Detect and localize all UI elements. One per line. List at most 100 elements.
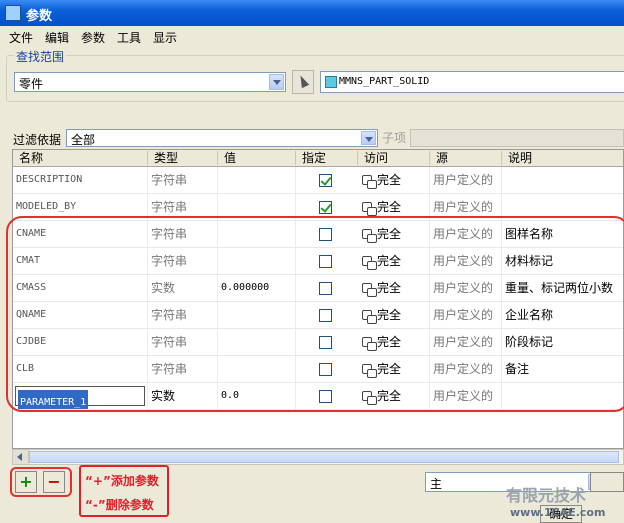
table-row[interactable]: QNAME 字符串 完全 用户定义的 企业名称	[13, 302, 623, 329]
designated-checkbox[interactable]	[319, 363, 332, 376]
cell-description: 企业名称	[502, 302, 623, 328]
access-text: 完全	[377, 227, 402, 241]
select-pointer-button[interactable]	[292, 70, 314, 94]
designated-checkbox[interactable]	[319, 336, 332, 349]
cell-name: CMAT	[13, 248, 148, 274]
filter-dropdown[interactable]: 全部	[66, 129, 378, 147]
annotation-remove: “-”删除参数	[85, 498, 154, 512]
scroll-left-icon[interactable]	[13, 450, 29, 464]
table-row[interactable]: CMAT 字符串 完全 用户定义的 材料标记	[13, 248, 623, 275]
cell-name: CJDBE	[13, 329, 148, 355]
watermark-url: www.1CAE.com	[510, 506, 606, 519]
cell-access: 完全	[358, 356, 430, 382]
cell-source: 用户定义的	[430, 329, 502, 355]
cell-access: 完全	[358, 167, 430, 193]
cell-type: 字符串	[148, 221, 218, 247]
cell-source: 用户定义的	[430, 275, 502, 301]
table-row[interactable]: CMASS 实数 0.000000 完全 用户定义的 重量、标记两位小数	[13, 275, 623, 302]
menu-display[interactable]: 显示	[153, 29, 177, 46]
designated-checkbox[interactable]	[319, 390, 332, 403]
scroll-thumb[interactable]	[29, 451, 619, 463]
annotation-add: “+”添加参数	[85, 474, 159, 488]
cell-source: 用户定义的	[430, 221, 502, 247]
col-access[interactable]: 访问	[358, 151, 430, 165]
access-lock-icon	[361, 336, 377, 351]
access-lock-icon	[361, 309, 377, 324]
cell-value	[218, 194, 296, 220]
cursor-arrow-icon	[296, 73, 310, 89]
window-titlebar: 参数	[0, 0, 624, 26]
cell-source: 用户定义的	[430, 383, 502, 409]
designated-checkbox[interactable]	[319, 201, 332, 214]
table-header: 名称 类型 值 指定 访问 源 说明	[13, 150, 623, 167]
cell-type: 字符串	[148, 167, 218, 193]
cell-description: 重量、标记两位小数	[502, 275, 623, 301]
watermark-text: 有限元技术	[506, 486, 587, 505]
view-value: 主	[430, 477, 443, 491]
table-row[interactable]: CLB 字符串 完全 用户定义的 备注	[13, 356, 623, 383]
chevron-down-icon[interactable]	[361, 131, 376, 145]
cell-source: 用户定义的	[430, 302, 502, 328]
designated-checkbox[interactable]	[319, 228, 332, 241]
designated-checkbox[interactable]	[319, 309, 332, 322]
cell-type: 字符串	[148, 356, 218, 382]
cell-type: 字符串	[148, 302, 218, 328]
cell-name: CNAME	[13, 221, 148, 247]
access-text: 完全	[377, 362, 402, 376]
remove-parameter-button[interactable]: −	[43, 471, 65, 493]
designated-checkbox[interactable]	[319, 174, 332, 187]
access-lock-icon	[361, 363, 377, 378]
col-type[interactable]: 类型	[148, 151, 218, 165]
cell-value	[218, 221, 296, 247]
col-value[interactable]: 值	[218, 151, 296, 165]
filter-value: 全部	[71, 133, 96, 147]
col-name[interactable]: 名称	[13, 151, 148, 165]
scope-dropdown[interactable]: 零件	[14, 72, 286, 92]
cell-name: CLB	[13, 356, 148, 382]
cell-access: 完全	[358, 275, 430, 301]
cell-description	[502, 194, 623, 220]
access-lock-icon	[361, 201, 377, 216]
table-row[interactable]: CNAME 字符串 完全 用户定义的 图样名称	[13, 221, 623, 248]
annotation-box: “+”添加参数 “-”删除参数	[79, 465, 169, 517]
scope-value: 零件	[19, 77, 44, 91]
table-row[interactable]: PARAMETER_1 实数 0.0 完全 用户定义的	[13, 383, 623, 410]
table-row[interactable]: CJDBE 字符串 完全 用户定义的 阶段标记	[13, 329, 623, 356]
cell-value: 0.0	[218, 383, 296, 409]
cell-source: 用户定义的	[430, 248, 502, 274]
filter-label: 过滤依据	[13, 133, 62, 147]
designated-checkbox[interactable]	[319, 282, 332, 295]
col-description[interactable]: 说明	[502, 151, 623, 165]
access-text: 完全	[377, 281, 402, 295]
access-text: 完全	[377, 254, 402, 268]
col-designated[interactable]: 指定	[296, 151, 358, 165]
add-parameter-button[interactable]: +	[15, 471, 37, 493]
access-text: 完全	[377, 308, 402, 322]
cell-name: DESCRIPTION	[13, 167, 148, 193]
table-row[interactable]: MODELED_BY 字符串 完全 用户定义的	[13, 194, 623, 221]
cell-access: 完全	[358, 302, 430, 328]
access-text: 完全	[377, 389, 402, 403]
part-icon	[325, 76, 337, 88]
menu-tools[interactable]: 工具	[117, 29, 141, 46]
cell-access: 完全	[358, 248, 430, 274]
menu-edit[interactable]: 编辑	[45, 29, 69, 46]
solid-name: MMNS_PART_SOLID	[339, 76, 430, 87]
chevron-down-icon[interactable]	[269, 74, 284, 90]
cell-value	[218, 302, 296, 328]
access-text: 完全	[377, 173, 402, 187]
cell-name: PARAMETER_1	[13, 383, 148, 409]
sub-item-label: 子项	[381, 131, 406, 145]
cell-type: 实数	[148, 275, 218, 301]
horizontal-scrollbar[interactable]	[12, 449, 624, 465]
menu-parameter[interactable]: 参数	[81, 29, 105, 46]
table-row[interactable]: DESCRIPTION 字符串 完全 用户定义的	[13, 167, 623, 194]
access-lock-icon	[361, 282, 377, 297]
designated-checkbox[interactable]	[319, 255, 332, 268]
access-text: 完全	[377, 335, 402, 349]
side-button[interactable]	[590, 472, 624, 492]
menu-file[interactable]: 文件	[9, 29, 33, 46]
name-edit-field[interactable]: PARAMETER_1	[15, 386, 145, 409]
solid-name-field[interactable]: MMNS_PART_SOLID	[320, 71, 624, 93]
col-source[interactable]: 源	[430, 151, 502, 165]
